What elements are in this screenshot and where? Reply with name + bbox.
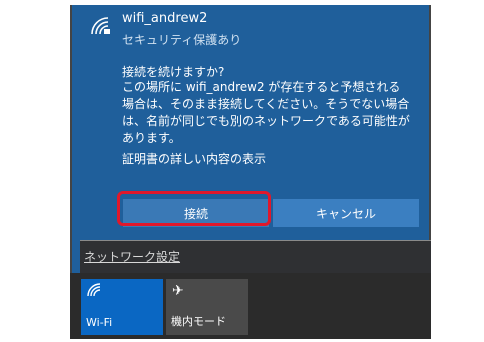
airplane-mode-tile[interactable]: ✈ 機内モード: [166, 279, 248, 335]
network-security-status: セキュリティ保護あり: [122, 33, 242, 47]
network-settings-bar[interactable]: ネットワーク設定: [80, 240, 431, 273]
cancel-button[interactable]: キャンセル: [273, 199, 419, 227]
wifi-icon: [87, 283, 101, 297]
airplane-mode-tile-label: 機内モード: [171, 315, 226, 328]
network-settings-link[interactable]: ネットワーク設定: [84, 248, 180, 265]
connect-button-highlight: [117, 191, 271, 226]
wifi-tile-label: Wi-Fi: [86, 316, 113, 329]
wifi-secure-icon: [91, 17, 110, 35]
connect-question: 接続を続けますか?: [122, 65, 225, 79]
connect-message: この場所に wifi_andrew2 が存在すると予想される場合は、そのまま接続…: [122, 80, 410, 145]
certificate-details-link[interactable]: 証明書の詳しい内容の表示: [122, 150, 266, 167]
wifi-tile[interactable]: Wi-Fi: [81, 279, 163, 335]
airplane-icon: ✈: [172, 283, 184, 299]
network-name: wifi_andrew2: [122, 11, 208, 26]
